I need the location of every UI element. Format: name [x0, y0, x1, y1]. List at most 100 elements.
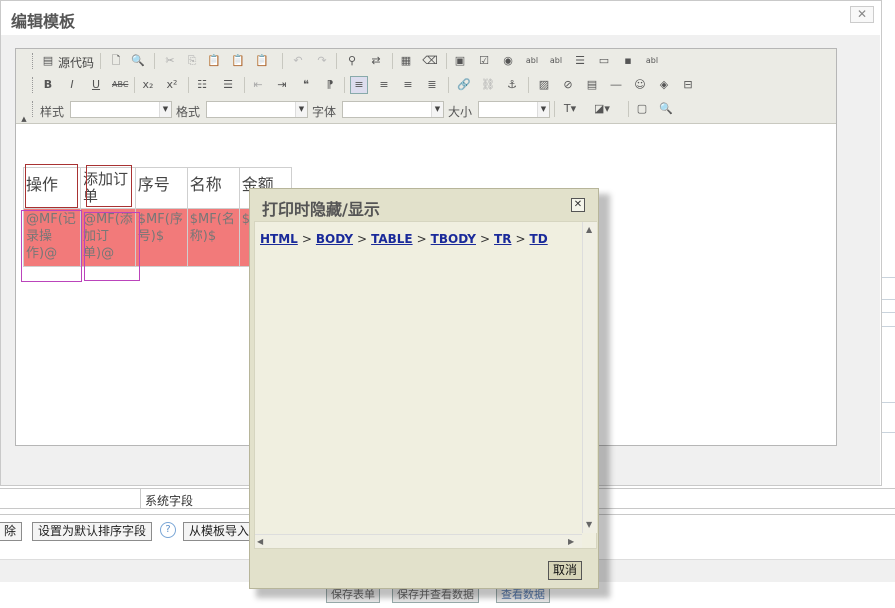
- flash-icon[interactable]: ⊘: [560, 77, 576, 93]
- style-select[interactable]: ▼: [70, 101, 172, 118]
- bg-color-icon[interactable]: ◪▾: [594, 101, 610, 117]
- link-icon[interactable]: 🔗: [456, 77, 472, 93]
- vertical-scrollbar[interactable]: ▲ ▼: [582, 222, 597, 533]
- breadcrumb-table[interactable]: TABLE: [371, 232, 413, 246]
- align-justify-icon[interactable]: ≣: [424, 77, 440, 93]
- maximize-icon[interactable]: ▢: [634, 101, 650, 117]
- undo-icon[interactable]: ↶: [290, 53, 306, 69]
- align-left-icon[interactable]: ≡: [350, 76, 368, 94]
- size-select[interactable]: ▼: [478, 101, 550, 118]
- text-field-icon[interactable]: abl: [524, 53, 540, 69]
- create-div-icon[interactable]: ⁋: [322, 77, 338, 93]
- superscript-icon[interactable]: x²: [164, 77, 180, 93]
- table-cell[interactable]: $MF(名称)$: [186, 208, 240, 267]
- form-icon[interactable]: ▣: [452, 53, 468, 69]
- toolbar-separator: [336, 53, 337, 69]
- system-field-label: 系统字段: [145, 494, 194, 508]
- redo-icon[interactable]: ↷: [314, 53, 330, 69]
- button-field-icon[interactable]: ▭: [596, 53, 612, 69]
- toolbar-separator: [392, 53, 393, 69]
- horizontal-rule-icon[interactable]: ―: [608, 77, 624, 93]
- text-color-icon[interactable]: T▾: [562, 101, 578, 117]
- strikethrough-icon[interactable]: ABC: [112, 77, 128, 93]
- align-right-icon[interactable]: ≡: [400, 77, 416, 93]
- hidden-field-icon[interactable]: abl: [644, 53, 660, 69]
- paste-word-icon[interactable]: 📋: [254, 53, 270, 69]
- delete-button[interactable]: 除: [0, 522, 23, 541]
- anchor-icon[interactable]: ⚓: [504, 77, 520, 93]
- table-header-cell[interactable]: 名称: [186, 167, 240, 209]
- image-button-icon[interactable]: ▪: [620, 53, 636, 69]
- set-default-sort-button[interactable]: 设置为默认排序字段: [32, 522, 153, 541]
- breadcrumb-separator: >: [515, 232, 526, 246]
- bulleted-list-icon[interactable]: ☰: [220, 77, 236, 93]
- scroll-down-icon[interactable]: ▼: [586, 520, 592, 529]
- blockquote-icon[interactable]: ❝: [298, 77, 314, 93]
- table-header-cell[interactable]: 操作: [23, 167, 81, 209]
- table-cell[interactable]: $MF(序号)$: [134, 208, 188, 267]
- breadcrumb-body[interactable]: BODY: [316, 232, 353, 246]
- italic-icon[interactable]: I: [64, 77, 80, 93]
- font-select[interactable]: ▼: [342, 101, 444, 118]
- element-path-breadcrumb: HTML > BODY > TABLE > TBODY > TR > TD: [260, 232, 548, 246]
- align-center-icon[interactable]: ≡: [376, 77, 392, 93]
- paste-text-icon[interactable]: 📋: [230, 53, 246, 69]
- table-cell[interactable]: @MF(记录操作)@: [23, 208, 81, 267]
- indent-icon[interactable]: ⇥: [274, 77, 290, 93]
- scroll-right-icon[interactable]: ▶: [568, 537, 574, 546]
- textarea-icon[interactable]: abl: [548, 53, 564, 69]
- preview-icon[interactable]: 🔍: [130, 53, 146, 69]
- toolbar-separator: [282, 53, 283, 69]
- cancel-button[interactable]: 取消: [548, 561, 583, 580]
- table-header-cell[interactable]: 添加订单: [80, 167, 136, 209]
- radio-icon[interactable]: ◉: [500, 53, 516, 69]
- style-label: 样式: [40, 105, 65, 119]
- smiley-icon[interactable]: ☺: [632, 77, 648, 93]
- breadcrumb-tbody[interactable]: TBODY: [431, 232, 476, 246]
- format-select[interactable]: ▼: [206, 101, 308, 118]
- dialog-close-button[interactable]: ✕: [850, 6, 874, 23]
- breadcrumb-td[interactable]: TD: [530, 232, 548, 246]
- subscript-icon[interactable]: x₂: [140, 77, 156, 93]
- replace-icon[interactable]: ⇄: [368, 53, 384, 69]
- source-icon[interactable]: ▤: [40, 53, 56, 69]
- table-cell[interactable]: @MF(添加订单)@: [80, 208, 136, 267]
- ordered-list-icon[interactable]: ☷: [194, 77, 210, 93]
- image-icon[interactable]: ▨: [536, 77, 552, 93]
- outdent-icon[interactable]: ⇤: [250, 77, 266, 93]
- collapse-toolbar-icon[interactable]: ▲: [16, 111, 32, 127]
- chevron-down-icon: ▼: [537, 102, 549, 117]
- bold-icon[interactable]: B: [40, 77, 56, 93]
- chevron-down-icon: ▼: [295, 102, 307, 117]
- scroll-up-icon[interactable]: ▲: [586, 225, 592, 234]
- underline-icon[interactable]: U: [88, 77, 104, 93]
- unlink-icon[interactable]: ⛓: [480, 77, 496, 93]
- copy-icon[interactable]: ⎘: [184, 53, 200, 69]
- horizontal-scrollbar[interactable]: ◀ ▶: [255, 534, 582, 548]
- cut-icon[interactable]: ✂: [162, 53, 178, 69]
- toolbar-separator: [154, 53, 155, 69]
- format-label: 格式: [176, 105, 201, 119]
- page-break-icon[interactable]: ⊟: [680, 77, 696, 93]
- remove-format-icon[interactable]: ⌫: [422, 53, 438, 69]
- table-header-cell[interactable]: 序号: [134, 167, 188, 209]
- find-icon[interactable]: ⚲: [344, 53, 360, 69]
- select-field-icon[interactable]: ☰: [572, 53, 588, 69]
- checkbox-icon[interactable]: ☑: [476, 53, 492, 69]
- paste-icon[interactable]: 📋: [206, 53, 222, 69]
- select-all-icon[interactable]: ▦: [398, 53, 414, 69]
- special-char-icon[interactable]: ◈: [656, 77, 672, 93]
- table-icon[interactable]: ▤: [584, 77, 600, 93]
- new-page-icon[interactable]: 🗋: [108, 53, 124, 69]
- scroll-left-icon[interactable]: ◀: [257, 537, 263, 546]
- breadcrumb-separator: >: [357, 232, 368, 246]
- toolbar-grip: [32, 53, 35, 69]
- popup-close-button[interactable]: ✕: [571, 198, 585, 212]
- import-from-template-button[interactable]: 从模板导入: [183, 522, 256, 541]
- source-button-label[interactable]: 源代码: [58, 54, 94, 71]
- breadcrumb-tr[interactable]: TR: [494, 232, 511, 246]
- show-blocks-icon[interactable]: 🔍: [658, 101, 674, 117]
- help-icon[interactable]: ?: [160, 522, 176, 538]
- toolbar-separator: [554, 101, 555, 117]
- breadcrumb-html[interactable]: HTML: [260, 232, 298, 246]
